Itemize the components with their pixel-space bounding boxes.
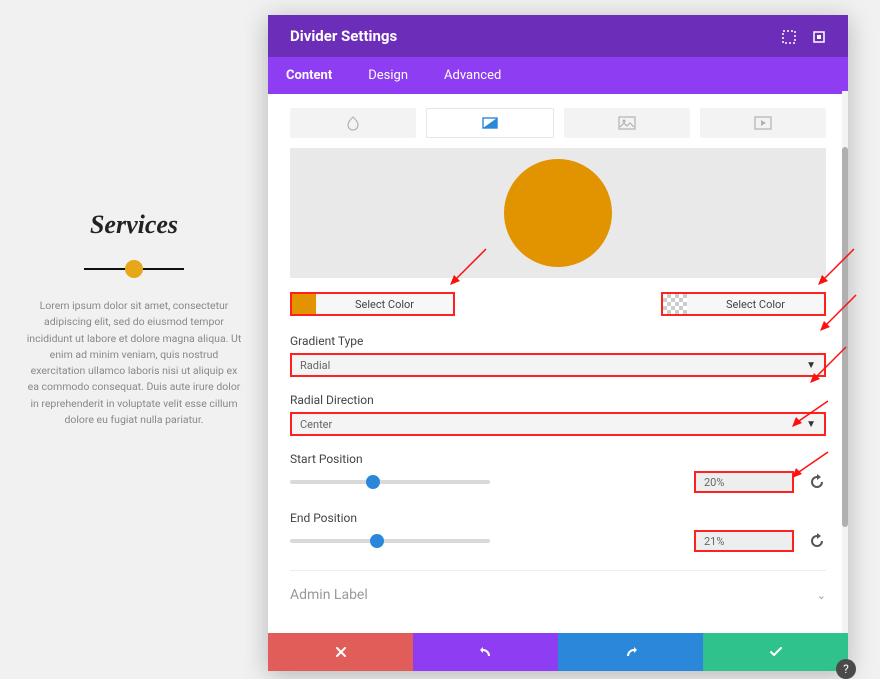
subtab-video[interactable] bbox=[700, 108, 826, 138]
color-swatch-1 bbox=[292, 294, 316, 314]
subtab-color[interactable] bbox=[290, 108, 416, 138]
save-button[interactable] bbox=[703, 633, 848, 671]
panel-body: Select Color Select Color Gradient Type … bbox=[268, 148, 848, 633]
reset-icon[interactable] bbox=[808, 532, 826, 550]
radial-direction-value: Center bbox=[300, 418, 332, 431]
end-position-value[interactable]: 21% bbox=[694, 530, 794, 552]
preview-heading: Services bbox=[24, 210, 244, 240]
gradient-type-select[interactable]: Radial ▼ bbox=[290, 353, 826, 377]
settings-panel: Divider Settings Content Design Advanced bbox=[268, 15, 848, 671]
end-position-slider[interactable] bbox=[290, 539, 490, 543]
color-picker-2-label: Select Color bbox=[687, 294, 824, 314]
scrollbar[interactable] bbox=[842, 91, 848, 633]
snap-icon[interactable] bbox=[812, 29, 826, 43]
color-swatch-2 bbox=[663, 294, 687, 314]
settings-tabs: Content Design Advanced bbox=[268, 57, 848, 94]
admin-label-text: Admin Label bbox=[290, 587, 368, 603]
panel-header: Divider Settings bbox=[268, 15, 848, 57]
undo-button[interactable] bbox=[413, 633, 558, 671]
slider-thumb[interactable] bbox=[366, 475, 380, 489]
redo-button[interactable] bbox=[558, 633, 703, 671]
color-picker-2[interactable]: Select Color bbox=[661, 292, 826, 316]
panel-title: Divider Settings bbox=[290, 27, 397, 45]
scrollbar-thumb[interactable] bbox=[842, 147, 848, 527]
help-icon[interactable]: ? bbox=[836, 659, 856, 679]
gradient-type-label: Gradient Type bbox=[290, 334, 826, 348]
preview-paragraph: Lorem ipsum dolor sit amet, consectetur … bbox=[24, 298, 244, 428]
preview-divider bbox=[84, 268, 184, 270]
tab-advanced[interactable]: Advanced bbox=[426, 57, 519, 94]
color-picker-1[interactable]: Select Color bbox=[290, 292, 455, 316]
admin-label-accordion[interactable]: Admin Label ⌄ bbox=[290, 570, 826, 619]
radial-direction-select[interactable]: Center ▼ bbox=[290, 412, 826, 436]
background-subtabs bbox=[268, 94, 848, 148]
chevron-down-icon: ▼ bbox=[806, 360, 816, 371]
panel-footer bbox=[268, 633, 848, 671]
subtab-image[interactable] bbox=[564, 108, 690, 138]
cancel-button[interactable] bbox=[268, 633, 413, 671]
color-picker-1-label: Select Color bbox=[316, 294, 453, 314]
reset-icon[interactable] bbox=[808, 473, 826, 491]
chevron-down-icon: ⌄ bbox=[817, 589, 826, 602]
tab-content[interactable]: Content bbox=[268, 57, 350, 94]
subtab-gradient[interactable] bbox=[426, 108, 554, 138]
page-preview: Services Lorem ipsum dolor sit amet, con… bbox=[0, 0, 268, 661]
radial-direction-label: Radial Direction bbox=[290, 393, 826, 407]
slider-thumb[interactable] bbox=[370, 534, 384, 548]
start-position-label: Start Position bbox=[290, 452, 826, 466]
gradient-type-value: Radial bbox=[300, 359, 330, 372]
gradient-preview bbox=[290, 148, 826, 278]
expand-icon[interactable] bbox=[782, 29, 796, 43]
gradient-preview-circle bbox=[504, 159, 612, 267]
start-position-slider[interactable] bbox=[290, 480, 490, 484]
tab-design[interactable]: Design bbox=[350, 57, 426, 94]
start-position-value[interactable]: 20% bbox=[694, 471, 794, 493]
chevron-down-icon: ▼ bbox=[806, 419, 816, 430]
end-position-label: End Position bbox=[290, 511, 826, 525]
